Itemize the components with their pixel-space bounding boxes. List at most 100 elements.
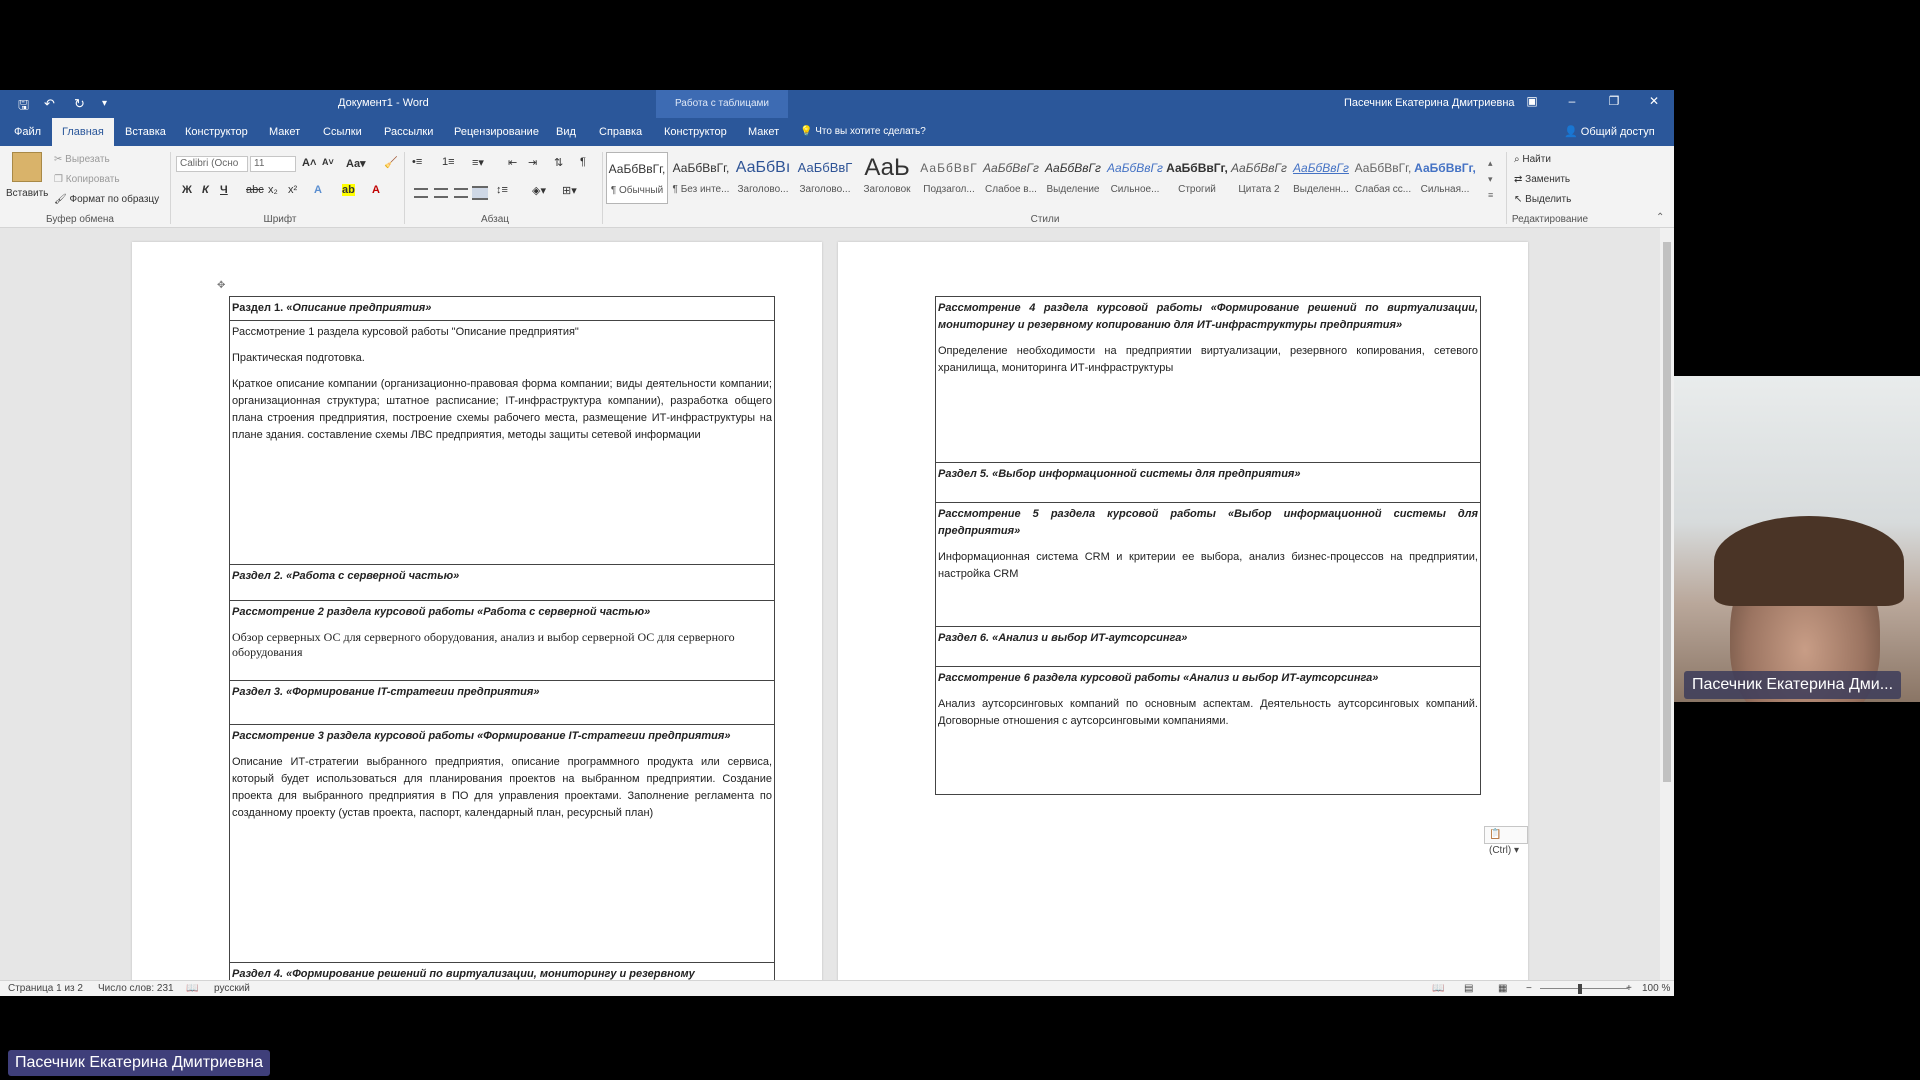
table-cell[interactable]: Рассмотрение 4 раздела курсовой работы «… bbox=[935, 296, 1481, 463]
justify-icon[interactable] bbox=[472, 186, 488, 200]
paste-button[interactable]: Вставить bbox=[6, 188, 48, 199]
customize-qat-icon[interactable]: ▾ bbox=[102, 98, 107, 109]
section-5-heading[interactable]: Раздел 5. «Выбор информационной системы … bbox=[935, 462, 1481, 503]
highlight-icon[interactable]: ab bbox=[342, 184, 355, 196]
underline-icon[interactable]: Ч bbox=[220, 184, 228, 196]
web-layout-icon[interactable]: ▦ bbox=[1498, 983, 1507, 994]
decrease-indent-icon[interactable]: ⇤ bbox=[508, 156, 517, 169]
align-left-icon[interactable] bbox=[414, 188, 428, 198]
style-intense-emphasis[interactable]: АаБбВвГг Сильное... bbox=[1104, 152, 1166, 204]
table-cell[interactable]: Рассмотрение 1 раздела курсовой работы "… bbox=[229, 320, 775, 565]
language[interactable]: русский bbox=[214, 983, 250, 994]
sections-table-page-1[interactable]: Раздел 1. «Описание предприятия» Рассмот… bbox=[229, 296, 775, 980]
show-marks-icon[interactable]: ¶ bbox=[580, 156, 586, 168]
format-painter-button[interactable]: 🖌 Формат по образцу bbox=[54, 194, 159, 205]
section-4-heading[interactable]: Раздел 4. «Формирование решений по вирту… bbox=[229, 962, 775, 980]
print-layout-icon[interactable]: ▤ bbox=[1464, 983, 1473, 994]
font-color-icon[interactable]: A bbox=[372, 184, 380, 196]
increase-indent-icon[interactable]: ⇥ bbox=[528, 156, 537, 169]
table-move-handle-icon[interactable]: ✥ bbox=[217, 280, 225, 291]
numbering-icon[interactable]: 1≡ bbox=[442, 156, 455, 168]
strikethrough-icon[interactable]: abc bbox=[246, 184, 264, 196]
zoom-out-icon[interactable]: − bbox=[1526, 983, 1532, 994]
font-name-box[interactable]: Calibri (Осно bbox=[176, 156, 248, 172]
restore-icon[interactable]: ❐ bbox=[1604, 94, 1624, 108]
zoom-slider[interactable] bbox=[1540, 988, 1628, 989]
clear-formatting-icon[interactable]: 🧹 bbox=[384, 156, 398, 169]
style-no-spacing[interactable]: АаБбВвГг, ¶ Без инте... bbox=[670, 152, 732, 204]
minimize-icon[interactable]: – bbox=[1562, 94, 1582, 108]
save-icon[interactable]: 🖫 bbox=[18, 96, 29, 118]
section-2-heading[interactable]: Раздел 2. «Работа с серверной частью» bbox=[229, 564, 775, 601]
replace-button[interactable]: ⇄ Заменить bbox=[1514, 174, 1570, 185]
tab-help[interactable]: Справка bbox=[589, 118, 652, 146]
tab-design[interactable]: Конструктор bbox=[175, 118, 258, 146]
tab-table-layout[interactable]: Макет bbox=[738, 118, 789, 146]
share-button[interactable]: 👤 Общий доступ bbox=[1564, 118, 1655, 146]
shading-icon[interactable]: ◈▾ bbox=[532, 184, 546, 197]
shrink-font-icon[interactable]: A˅ bbox=[322, 157, 334, 167]
tab-references[interactable]: Ссылки bbox=[313, 118, 372, 146]
paste-options-button[interactable]: 📋 (Ctrl) ▾ bbox=[1484, 826, 1528, 856]
read-mode-icon[interactable]: 📖 bbox=[1432, 983, 1444, 994]
ribbon-display-options-icon[interactable]: ▣ bbox=[1522, 94, 1542, 108]
page-count[interactable]: Страница 1 из 2 bbox=[8, 983, 83, 994]
text-effects-icon[interactable]: A bbox=[314, 184, 322, 196]
select-button[interactable]: ↖ Выделить bbox=[1514, 194, 1571, 205]
table-cell[interactable]: Рассмотрение 3 раздела курсовой работы «… bbox=[229, 724, 775, 963]
style-title[interactable]: АаЬ Заголовок bbox=[856, 152, 918, 204]
style-heading-1[interactable]: АаБбВı Заголово... bbox=[732, 152, 794, 204]
multilevel-list-icon[interactable]: ≡▾ bbox=[472, 156, 484, 169]
italic-icon[interactable]: К bbox=[202, 184, 209, 196]
style-quote[interactable]: АаБбВвГг Цитата 2 bbox=[1228, 152, 1290, 204]
account-name[interactable]: Пасечник Екатерина Дмитриевна bbox=[1344, 97, 1515, 109]
line-spacing-icon[interactable]: ↕≡ bbox=[496, 184, 508, 196]
zoom-level[interactable]: 100 % bbox=[1642, 983, 1670, 994]
styles-scroll-up-icon[interactable]: ▴ bbox=[1488, 158, 1493, 169]
find-button[interactable]: ⌕ Найти bbox=[1514, 154, 1551, 165]
bold-icon[interactable]: Ж bbox=[182, 184, 192, 196]
tab-view[interactable]: Вид bbox=[546, 118, 586, 146]
font-size-box[interactable]: 11 bbox=[250, 156, 296, 172]
borders-icon[interactable]: ⊞▾ bbox=[562, 184, 577, 197]
style-subtle-emphasis[interactable]: АаБбВвГг Слабое в... bbox=[980, 152, 1042, 204]
style-intense-quote[interactable]: АаБбВвГг Выделенн... bbox=[1290, 152, 1352, 204]
style-intense-reference[interactable]: АаБбВвГг, Сильная... bbox=[1414, 152, 1476, 204]
table-cell[interactable]: Рассмотрение 5 раздела курсовой работы «… bbox=[935, 502, 1481, 627]
proofing-icon[interactable]: 📖 bbox=[186, 983, 198, 994]
copy-button[interactable]: ❐ Копировать bbox=[54, 174, 120, 185]
grow-font-icon[interactable]: A˄ bbox=[302, 157, 316, 169]
cut-button[interactable]: ✂ Вырезать bbox=[54, 154, 110, 165]
word-count[interactable]: Число слов: 231 bbox=[98, 983, 174, 994]
table-cell[interactable]: Рассмотрение 6 раздела курсовой работы «… bbox=[935, 666, 1481, 795]
style-emphasis[interactable]: АаБбВвГг Выделение bbox=[1042, 152, 1104, 204]
undo-icon[interactable]: ↶ bbox=[44, 96, 55, 112]
subscript-icon[interactable]: x₂ bbox=[268, 184, 278, 196]
tab-layout[interactable]: Макет bbox=[259, 118, 310, 146]
document-area[interactable]: ✥ Раздел 1. «Описание предприятия» Рассм… bbox=[0, 228, 1660, 980]
align-right-icon[interactable] bbox=[454, 188, 468, 198]
sort-icon[interactable]: ⇅ bbox=[554, 156, 563, 169]
tab-mailings[interactable]: Рассылки bbox=[374, 118, 443, 146]
bullets-icon[interactable]: •≡ bbox=[412, 156, 422, 168]
style-heading-2[interactable]: АаБбВвГ Заголово... bbox=[794, 152, 856, 204]
zoom-slider-thumb[interactable] bbox=[1578, 984, 1582, 994]
styles-scroll-down-icon[interactable]: ▾ bbox=[1488, 174, 1493, 185]
change-case-icon[interactable]: Aa▾ bbox=[346, 157, 366, 170]
scrollbar-thumb[interactable] bbox=[1663, 242, 1671, 782]
align-center-icon[interactable] bbox=[434, 188, 448, 198]
close-icon[interactable]: ✕ bbox=[1644, 94, 1664, 108]
zoom-in-icon[interactable]: + bbox=[1626, 983, 1632, 994]
style-strong[interactable]: АаБбВвГг, Строгий bbox=[1166, 152, 1228, 204]
style-normal[interactable]: АаБбВвГг, ¶ Обычный bbox=[606, 152, 668, 204]
redo-icon[interactable]: ↻ bbox=[74, 96, 85, 112]
styles-more-icon[interactable]: ≡ bbox=[1488, 190, 1493, 200]
vertical-scrollbar[interactable] bbox=[1660, 228, 1674, 980]
paste-icon[interactable] bbox=[12, 152, 42, 182]
style-subtle-reference[interactable]: АаБбВвГг, Слабая сс... bbox=[1352, 152, 1414, 204]
table-cell[interactable]: Раздел 1. «Описание предприятия» bbox=[229, 296, 775, 321]
tab-insert[interactable]: Вставка bbox=[115, 118, 176, 146]
table-cell[interactable]: Рассмотрение 2 раздела курсовой работы «… bbox=[229, 600, 775, 681]
section-6-heading[interactable]: Раздел 6. «Анализ и выбор ИТ-аутсорсинга… bbox=[935, 626, 1481, 667]
sections-table-page-2[interactable]: Рассмотрение 4 раздела курсовой работы «… bbox=[935, 296, 1481, 795]
